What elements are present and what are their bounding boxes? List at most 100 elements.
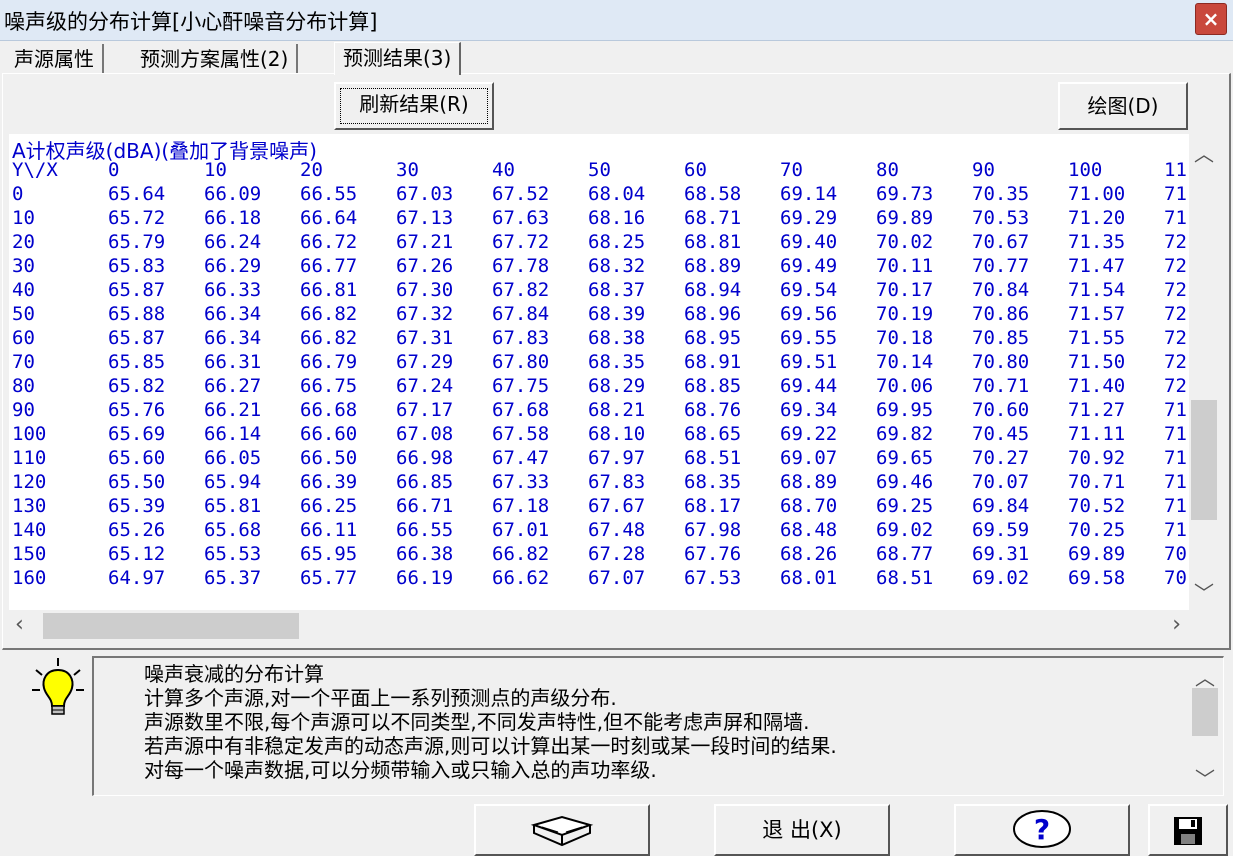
grid-cell: 66.18 xyxy=(204,207,262,229)
column-header: 70 xyxy=(780,159,803,181)
table-row: 10 65.72 66.18 66.64 67.13 67.63 68.16 68.71 69.… xyxy=(12,206,1189,230)
grid-cell: 66.98 xyxy=(396,447,454,469)
column-header: 0 xyxy=(108,159,120,181)
scroll-down-icon[interactable]: ﹀ xyxy=(1189,577,1219,606)
table-row: 90 65.76 66.21 66.68 67.17 67.68 68.21 68.76 69.… xyxy=(12,398,1189,422)
grid-cell: 67.83 xyxy=(588,471,646,493)
grid-cell: 67.58 xyxy=(492,423,550,445)
grid-cell: 67.28 xyxy=(588,543,646,565)
grid-cell: 71 xyxy=(1164,207,1187,229)
scroll-thumb[interactable] xyxy=(1192,688,1218,736)
help-button[interactable]: ? xyxy=(954,804,1130,856)
hscroll-thumb[interactable] xyxy=(43,613,299,639)
grid-cell: 69.14 xyxy=(780,183,838,205)
grid-cell: 69.65 xyxy=(876,447,934,469)
table-row: 120 65.50 65.94 66.39 66.85 67.33 67.83 68.35 68… xyxy=(12,470,1189,494)
grid-cell: 71 xyxy=(1164,447,1187,469)
grid-cell: 67.67 xyxy=(588,495,646,517)
tab-prediction-results[interactable]: 预测结果(3) xyxy=(334,42,462,75)
tab-strip: 声源属性 预测方案属性(2) 预测结果(3) xyxy=(0,42,1233,75)
grid-cell: 67.26 xyxy=(396,255,454,277)
column-header: 80 xyxy=(876,159,899,181)
grid-cell: 69.22 xyxy=(780,423,838,445)
scroll-up-icon[interactable]: ︿ xyxy=(1189,138,1219,167)
grid-horizontal-scrollbar[interactable]: ‹ › xyxy=(9,610,1189,642)
column-header: 10 xyxy=(204,159,227,181)
grid-cell: 65.72 xyxy=(108,207,166,229)
results-grid[interactable]: A计权声级(dBA)(叠加了背景噪声) Y\/X 0 10 20 30 40 50 60 70 8… xyxy=(9,134,1189,610)
grid-cell: 68.51 xyxy=(684,447,742,469)
grid-cell: 67.03 xyxy=(396,183,454,205)
grid-cell: 68.35 xyxy=(588,351,646,373)
grid-cell: 67.98 xyxy=(684,519,742,541)
grid-cell: 66.72 xyxy=(300,231,358,253)
grid-cell: 66.25 xyxy=(300,495,358,517)
grid-cell: 66.19 xyxy=(396,567,454,589)
grid-cell: 65.81 xyxy=(204,495,262,517)
grid-cell: 66.33 xyxy=(204,279,262,301)
grid-cell: 66.77 xyxy=(300,255,358,277)
grid-cell: 66.82 xyxy=(300,327,358,349)
grid-cell: 69.31 xyxy=(972,543,1030,565)
grid-cell: 68.96 xyxy=(684,303,742,325)
grid-cell: 68.25 xyxy=(588,231,646,253)
scroll-left-icon[interactable]: ‹ xyxy=(15,612,24,637)
lightbulb-icon xyxy=(28,656,88,720)
grid-cell: 66.34 xyxy=(204,327,262,349)
grid-cell: 69.44 xyxy=(780,375,838,397)
grid-cell: 67.08 xyxy=(396,423,454,445)
grid-cell: 69.95 xyxy=(876,399,934,421)
grid-cell: 68.89 xyxy=(684,255,742,277)
refresh-results-button[interactable]: 刷新结果(R) xyxy=(334,82,494,130)
row-header: 90 xyxy=(12,399,35,421)
grid-cell: 65.12 xyxy=(108,543,166,565)
scroll-up-icon[interactable]: ︿ xyxy=(1190,662,1220,691)
grid-cell: 68.91 xyxy=(684,351,742,373)
grid-cell: 67.21 xyxy=(396,231,454,253)
description-box: 噪声衰减的分布计算 计算多个声源,对一个平面上一系列预测点的声级分布. 声源数里… xyxy=(92,656,1224,796)
row-header: 10 xyxy=(12,207,35,229)
grid-cell: 66.14 xyxy=(204,423,262,445)
grid-cell: 69.89 xyxy=(876,207,934,229)
row-header: 150 xyxy=(12,543,47,565)
grid-cell: 68.71 xyxy=(684,207,742,229)
title-bar: 噪声级的分布计算[小心酐噪音分布计算] × xyxy=(0,0,1233,41)
grid-cell: 68.39 xyxy=(588,303,646,325)
table-row: 140 65.26 65.68 66.11 66.55 67.01 67.48 67.98 68… xyxy=(12,518,1189,542)
grid-cell: 67.18 xyxy=(492,495,550,517)
grid-cell: 66.29 xyxy=(204,255,262,277)
grid-cell: 68.10 xyxy=(588,423,646,445)
help-book-button[interactable] xyxy=(474,804,650,856)
grid-cell: 67.31 xyxy=(396,327,454,349)
grid-cell: 70.45 xyxy=(972,423,1030,445)
close-button[interactable]: × xyxy=(1195,3,1227,35)
scroll-down-icon[interactable]: ﹀ xyxy=(1190,763,1220,792)
grid-vertical-scrollbar[interactable]: ︿ ﹀ xyxy=(1189,134,1219,610)
grid-cell: 68.01 xyxy=(780,567,838,589)
grid-cell: 72 xyxy=(1164,279,1187,301)
column-header: 90 xyxy=(972,159,995,181)
scroll-right-icon[interactable]: › xyxy=(1172,612,1181,637)
grid-cell: 65.82 xyxy=(108,375,166,397)
row-header: 70 xyxy=(12,351,35,373)
grid-cell: 69.58 xyxy=(1068,567,1126,589)
grid-cell: 71.40 xyxy=(1068,375,1126,397)
grid-cell: 71.50 xyxy=(1068,351,1126,373)
grid-cell: 67.52 xyxy=(492,183,550,205)
grid-cell: 67.63 xyxy=(492,207,550,229)
tab-prediction-scheme-properties[interactable]: 预测方案属性(2) xyxy=(132,44,299,74)
tab-sound-source-properties[interactable]: 声源属性 xyxy=(6,44,104,74)
description-scrollbar[interactable]: ︿ ﹀ xyxy=(1190,660,1220,794)
grid-cell: 65.87 xyxy=(108,279,166,301)
exit-button[interactable]: 退 出(X) xyxy=(714,804,890,856)
table-row: 150 65.12 65.53 65.95 66.38 66.82 67.28 67.76 68… xyxy=(12,542,1189,566)
grid-cell: 70.84 xyxy=(972,279,1030,301)
description-line: 若声源中有非稳定发声的动态声源,则可以计算出某一时刻或某一段时间的结果. xyxy=(144,734,837,758)
grid-cell: 66.82 xyxy=(300,303,358,325)
draw-chart-button[interactable]: 绘图(D) xyxy=(1058,82,1188,130)
row-header: 20 xyxy=(12,231,35,253)
scroll-thumb[interactable] xyxy=(1191,400,1217,520)
save-button[interactable] xyxy=(1148,804,1228,856)
grid-cell: 68.04 xyxy=(588,183,646,205)
grid-cell: 70.14 xyxy=(876,351,934,373)
